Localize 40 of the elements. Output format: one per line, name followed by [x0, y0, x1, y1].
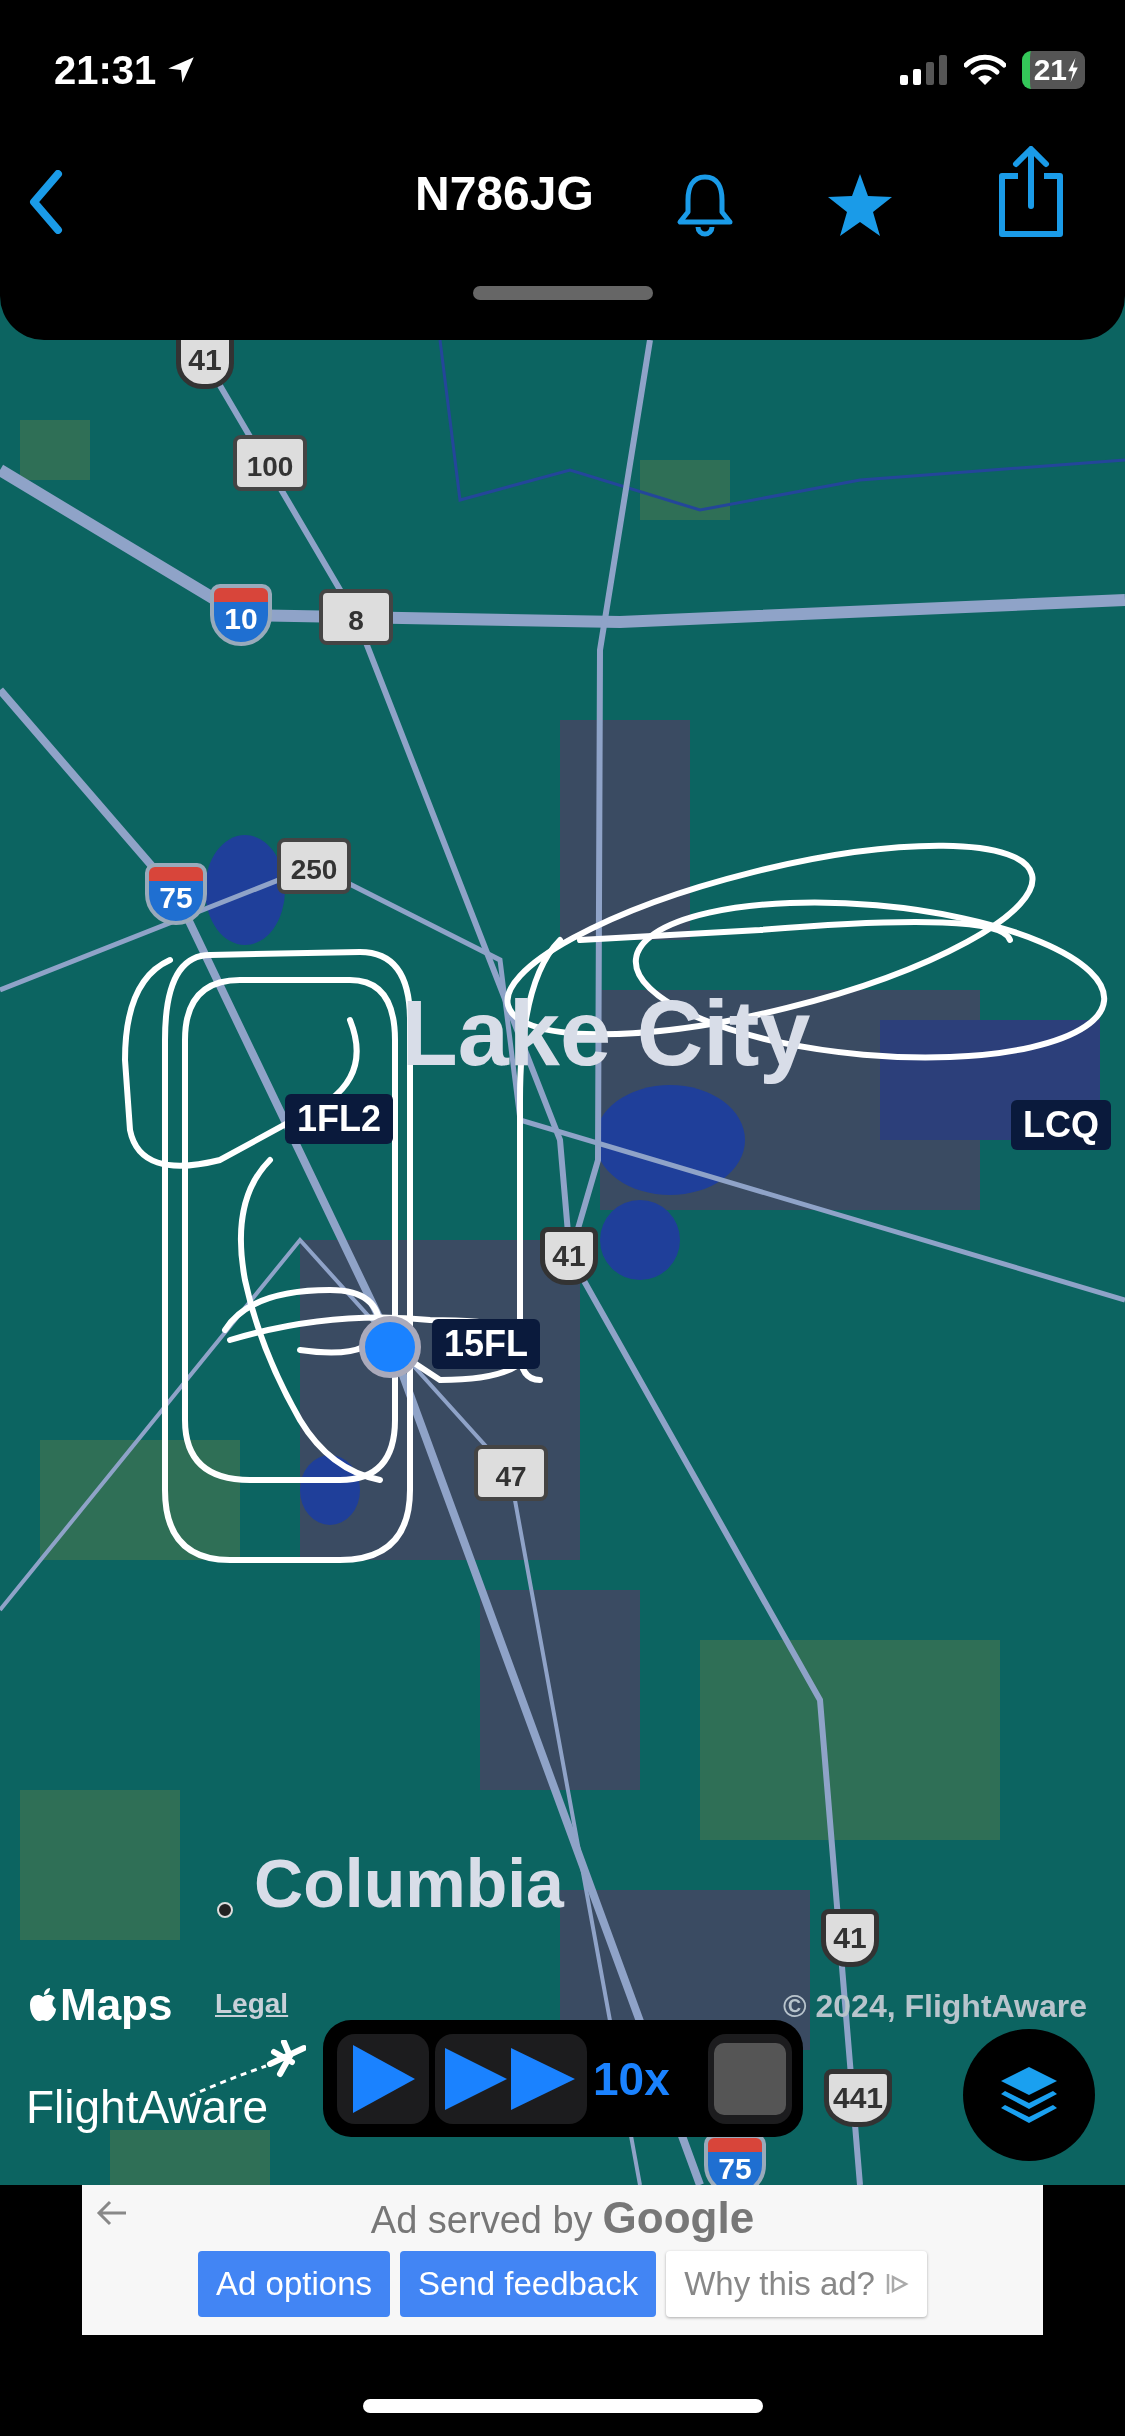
- ad-button[interactable]: Send feedback: [400, 2251, 657, 2317]
- playback-speed[interactable]: 10x: [593, 2051, 670, 2106]
- airport-label[interactable]: 1FL2: [285, 1094, 393, 1144]
- star-icon[interactable]: [826, 172, 894, 238]
- wifi-icon: [963, 54, 1006, 86]
- battery-indicator: 21: [1021, 51, 1085, 89]
- route-shield: 441: [823, 2069, 893, 2127]
- route-shield: 10: [210, 584, 272, 646]
- google-logo: Google: [602, 2193, 755, 2243]
- route-shield: 8: [319, 589, 393, 645]
- ad-button[interactable]: Ad options: [198, 2251, 390, 2317]
- back-chevron-icon[interactable]: [28, 170, 64, 234]
- place-label: Columbia: [254, 1844, 564, 1922]
- status-time: 21:31: [54, 47, 157, 93]
- route-shield: 41: [176, 340, 234, 389]
- flightaware-logo: FlightAware: [26, 2080, 269, 2134]
- back-arrow-icon[interactable]: [96, 2199, 128, 2227]
- airport-label[interactable]: 15FL: [432, 1319, 540, 1369]
- drag-handle[interactable]: [472, 286, 653, 300]
- play-button[interactable]: [337, 2033, 429, 2124]
- route-shield: 41: [821, 1909, 879, 1967]
- ad-button[interactable]: Why this ad?: [666, 2251, 927, 2317]
- fast-forward-button[interactable]: [435, 2033, 587, 2124]
- stop-button[interactable]: [707, 2033, 792, 2124]
- maps-brand-label: Maps: [60, 1980, 173, 2030]
- route-shield: 75: [145, 863, 207, 925]
- forest-patch: [20, 420, 90, 480]
- route-shield: 41: [540, 1227, 598, 1285]
- apple-logo-icon: [28, 1987, 58, 2023]
- lake: [300, 1455, 360, 1525]
- ad-choices-icon: [884, 2271, 909, 2297]
- route-shield: 47: [474, 1445, 548, 1501]
- airport-label[interactable]: LCQ: [1011, 1100, 1111, 1150]
- route-shield: 100: [233, 435, 307, 491]
- route-shield: 75: [704, 2134, 766, 2185]
- ad-served-text: Ad served by: [370, 2199, 593, 2242]
- nav-title: N786JG: [415, 166, 594, 221]
- signal-icon: [899, 55, 948, 85]
- legal-link[interactable]: Legal: [215, 1988, 289, 2020]
- route-shield: 250: [277, 838, 351, 894]
